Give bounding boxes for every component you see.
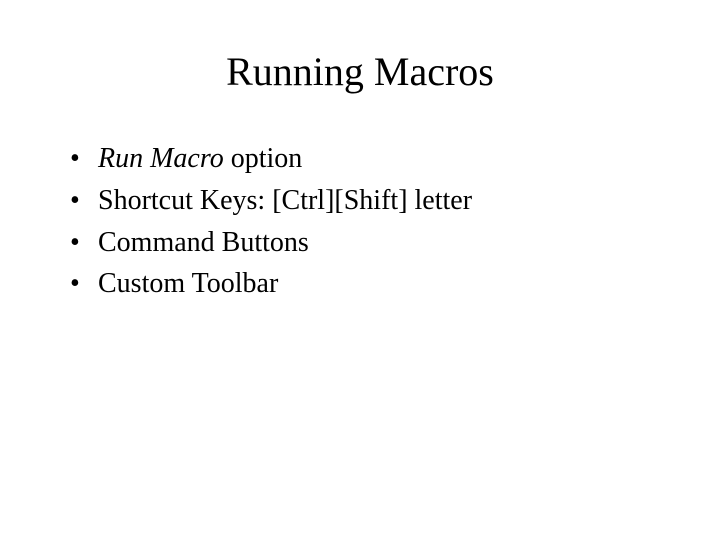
slide-body: • Run Macro option • Shortcut Keys: [Ctr…	[70, 140, 660, 307]
bullet-text: Shortcut Keys: [Ctrl][Shift] letter	[98, 182, 660, 220]
bullet-text: Custom Toolbar	[98, 265, 660, 303]
list-item: • Shortcut Keys: [Ctrl][Shift] letter	[70, 182, 660, 220]
list-item: • Run Macro option	[70, 140, 660, 178]
bullet-text: Command Buttons	[98, 224, 660, 262]
bullet-marker: •	[70, 182, 98, 220]
plain-phrase: option	[224, 143, 303, 174]
bullet-marker: •	[70, 265, 98, 303]
bullet-marker: •	[70, 224, 98, 262]
slide-title: Running Macros	[0, 48, 720, 95]
bullet-marker: •	[70, 140, 98, 178]
slide: Running Macros • Run Macro option • Shor…	[0, 0, 720, 540]
bullet-text: Run Macro option	[98, 140, 660, 178]
list-item: • Command Buttons	[70, 224, 660, 262]
italic-phrase: Run Macro	[98, 143, 224, 174]
list-item: • Custom Toolbar	[70, 265, 660, 303]
